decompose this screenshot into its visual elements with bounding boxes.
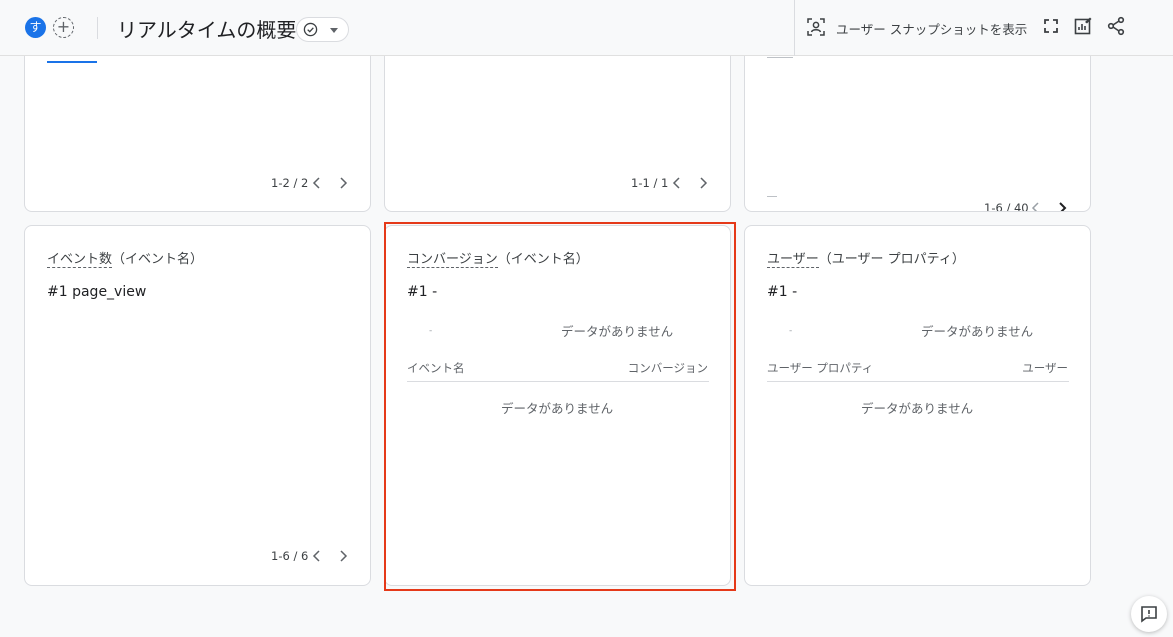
column-header-users[interactable]: ユーザー [1022, 360, 1068, 376]
metric-name[interactable]: ユーザー [767, 252, 819, 268]
pager-label: 1-6 / 6 [271, 549, 309, 563]
dimension-name: （ユーザー プロパティ） [818, 252, 965, 267]
selected-tab-indicator [47, 61, 97, 63]
top-rank-label: #1 - [767, 284, 798, 300]
status-dropdown[interactable] [296, 17, 349, 42]
chevron-left-icon[interactable] [310, 176, 324, 190]
chevron-right-icon[interactable] [336, 176, 350, 190]
divider [767, 57, 793, 58]
divider [767, 196, 777, 197]
chevron-left-icon[interactable] [670, 176, 684, 190]
chevron-right-icon[interactable] [336, 549, 350, 563]
page-title: リアルタイムの概要 [117, 18, 297, 42]
table-header-divider [767, 381, 1069, 382]
fullscreen-icon[interactable] [1041, 16, 1061, 36]
divider [97, 17, 98, 39]
card-top-right: 1-6 / 40 [744, 30, 1091, 212]
add-comparison-button[interactable]: + [53, 17, 74, 38]
dropdown-caret-icon [330, 28, 338, 33]
empty-value: - [789, 326, 793, 336]
comparison-avatar[interactable]: す [25, 17, 46, 38]
no-data-message: データがありません [921, 324, 1034, 339]
feedback-button[interactable] [1131, 596, 1167, 632]
metric-name[interactable]: イベント数 [47, 252, 113, 268]
card-users: ユーザー（ユーザー プロパティ） #1 - - データがありません ユーザー プ… [744, 225, 1091, 586]
card-top-middle: 1-1 / 1 [384, 30, 731, 212]
dimension-name: （イベント名） [112, 252, 204, 267]
chevron-right-icon[interactable] [1055, 201, 1069, 212]
chevron-right-icon[interactable] [696, 176, 710, 190]
share-icon[interactable] [1106, 16, 1126, 36]
pager-label: 1-6 / 40 [984, 201, 1029, 212]
chevron-left-icon[interactable] [1029, 201, 1043, 212]
top-rank-label: #1 page_view [47, 284, 147, 300]
feedback-icon [1141, 606, 1157, 623]
check-circle-icon [303, 22, 318, 37]
customize-report-icon[interactable] [1073, 16, 1093, 36]
card-title: イベント数（イベント名） [47, 248, 204, 268]
pager-label: 1-2 / 2 [271, 176, 309, 190]
pager-label: 1-1 / 1 [631, 176, 669, 190]
card-event-count: イベント数（イベント名） #1 page_view 1-6 / 6 [24, 225, 371, 586]
user-snapshot-button[interactable]: ユーザー スナップショットを表示 [836, 19, 1027, 38]
card-title: ユーザー（ユーザー プロパティ） [767, 248, 965, 268]
top-bar: す + リアルタイムの概要 ユーザー スナップショットを表示 [0, 0, 1173, 56]
no-data-message: データがありません [861, 401, 974, 416]
user-snapshot-icon[interactable] [806, 17, 826, 37]
column-header-user-property[interactable]: ユーザー プロパティ [767, 360, 873, 376]
card-top-left: 1-2 / 2 [24, 30, 371, 212]
highlight-box [384, 222, 736, 591]
chevron-left-icon[interactable] [310, 549, 324, 563]
